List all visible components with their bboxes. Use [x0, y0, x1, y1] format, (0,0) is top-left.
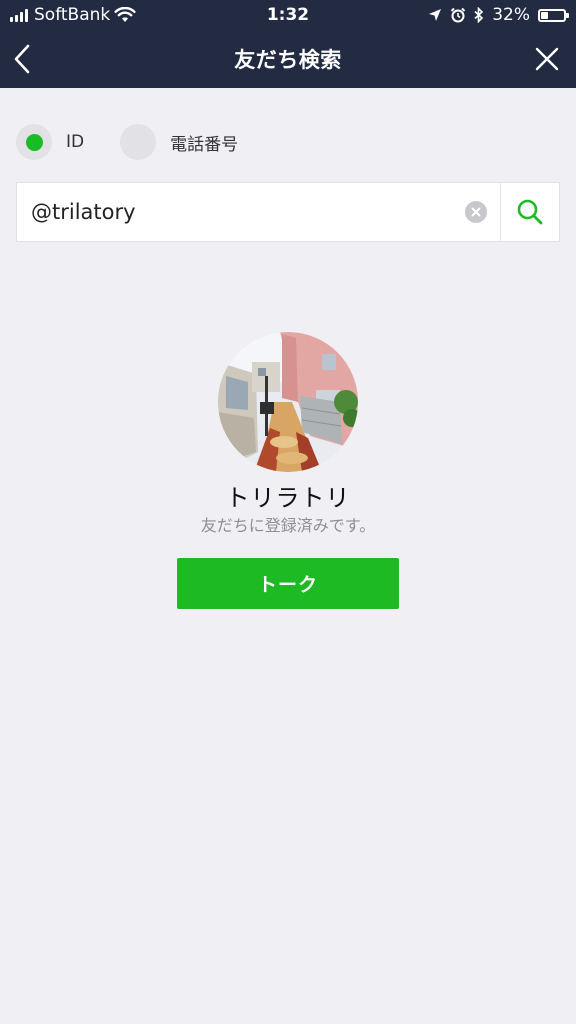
alarm-icon: [450, 7, 466, 23]
location-icon: [429, 9, 442, 21]
result-name: トリラトリ: [225, 484, 351, 512]
radio-option-phone[interactable]: 電話番号: [120, 124, 238, 160]
radio-selected-icon[interactable]: [16, 124, 52, 160]
bluetooth-icon: [474, 7, 484, 23]
status-bar: SoftBank 1:32 32%: [0, 0, 576, 30]
top-bar: SoftBank 1:32 32% 友だち検索: [0, 0, 576, 88]
result-status: 友だちに登録済みです。: [200, 516, 376, 535]
battery-icon: [538, 8, 569, 22]
search-icon[interactable]: [516, 198, 544, 226]
radio-label-id: ID: [66, 132, 85, 152]
battery-fill: [541, 11, 548, 19]
page-title: 友だち検索: [234, 48, 342, 72]
search-button[interactable]: [501, 183, 559, 241]
battery-percent: 32%: [492, 5, 530, 25]
radio-label-phone: 電話番号: [170, 134, 239, 155]
radio-dot: [25, 133, 43, 151]
close-icon[interactable]: [532, 44, 562, 74]
radio-unselected-icon[interactable]: [120, 124, 157, 160]
nav-bar: 友だち検索: [0, 30, 576, 88]
search-box: [16, 182, 560, 242]
search-type-selector: ID 電話番号: [16, 122, 576, 162]
clear-icon[interactable]: [465, 201, 487, 223]
status-right: 32%: [428, 5, 569, 25]
profile-avatar: [218, 332, 358, 472]
talk-button[interactable]: トーク: [177, 558, 399, 609]
radio-option-id[interactable]: ID: [16, 124, 84, 160]
search-input[interactable]: [17, 183, 457, 241]
